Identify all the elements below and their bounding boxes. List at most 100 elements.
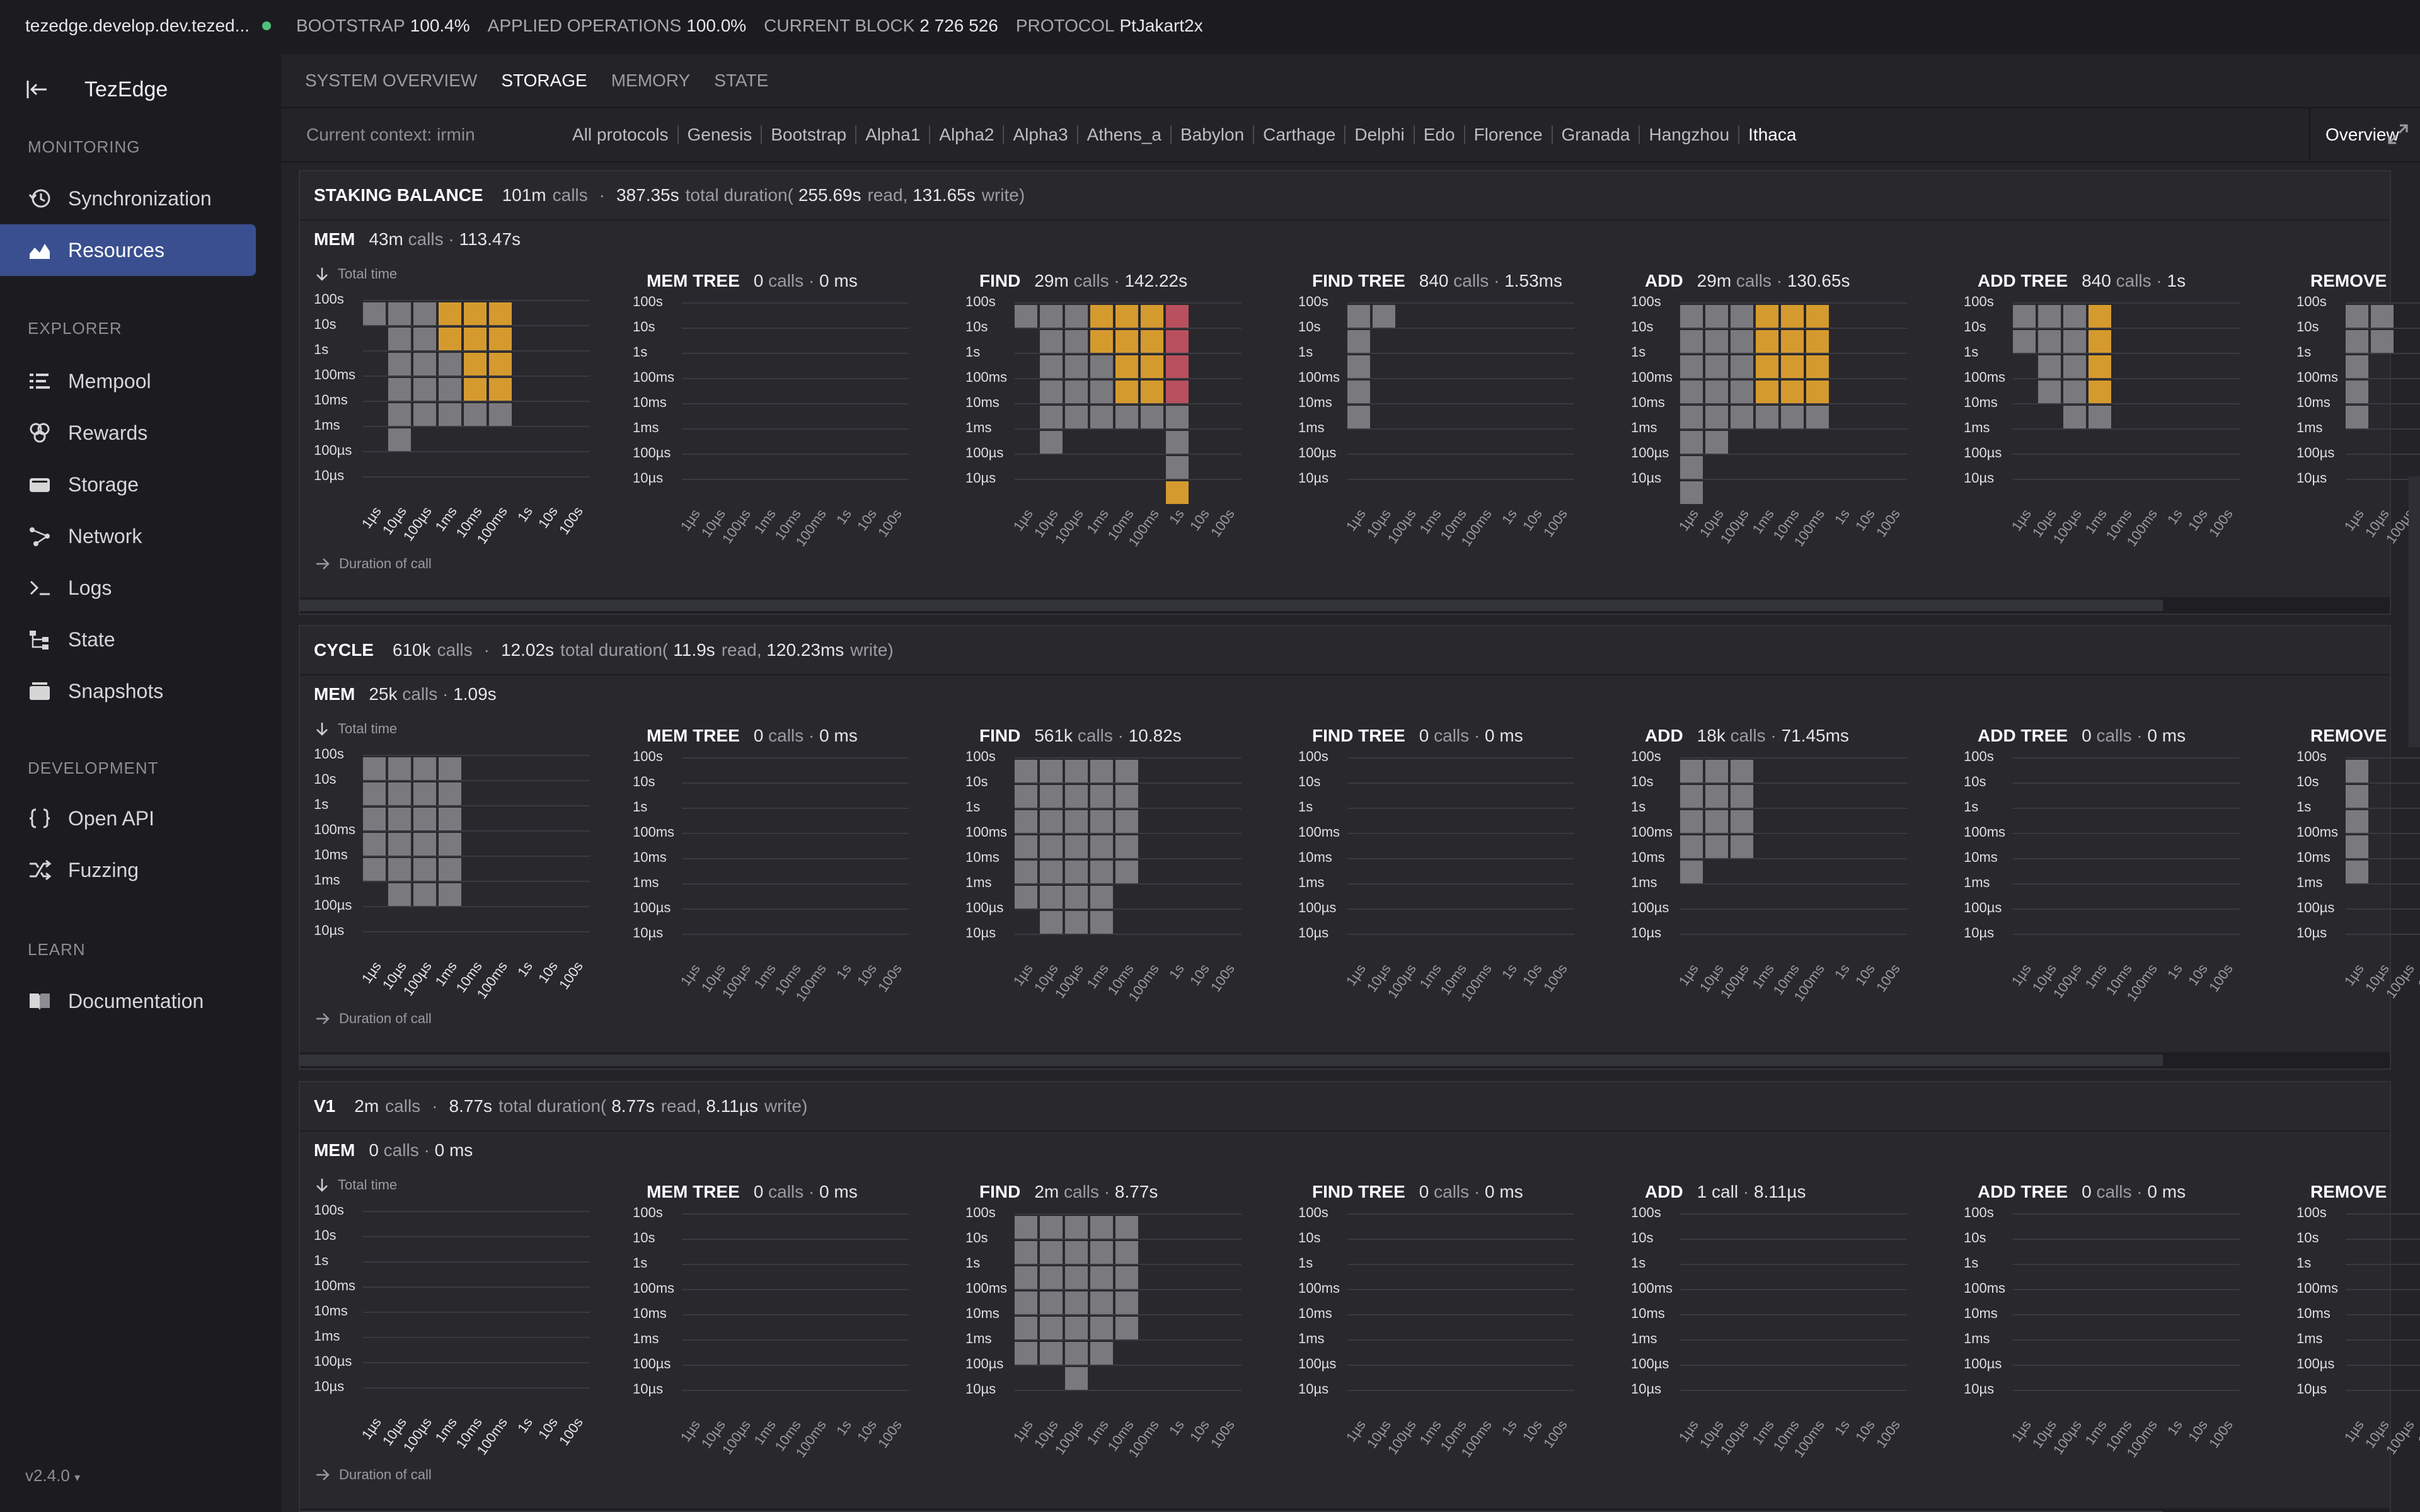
histogram-cell[interactable] [1141, 305, 1163, 328]
histogram-cell[interactable] [1680, 381, 1703, 403]
protocol-athens-a[interactable]: Athens_a [1078, 125, 1172, 144]
histogram-cell[interactable] [2346, 355, 2368, 378]
histogram-cell[interactable] [1347, 305, 1370, 328]
histogram-cell[interactable] [2371, 305, 2394, 328]
sidebar-item-documentation[interactable]: Documentation [0, 975, 256, 1027]
histogram-cell[interactable] [2089, 381, 2111, 403]
histogram-cell[interactable] [1065, 381, 1088, 403]
sidebar-item-synchronization[interactable]: Synchronization [0, 173, 256, 224]
histogram-cell[interactable] [413, 378, 436, 401]
histogram-cell[interactable] [1166, 355, 1189, 378]
histogram-cell[interactable] [2346, 835, 2368, 858]
histogram-cell[interactable] [1040, 355, 1063, 378]
histogram-cell[interactable] [1705, 381, 1728, 403]
expand-icon[interactable] [2387, 123, 2409, 149]
histogram-cell[interactable] [2089, 406, 2111, 428]
histogram-cell[interactable] [388, 808, 411, 830]
histogram-cell[interactable] [1166, 431, 1189, 454]
histogram-cell[interactable] [1680, 406, 1703, 428]
histogram-cell[interactable] [2063, 381, 2086, 403]
histogram-cell[interactable] [1680, 456, 1703, 479]
histogram-cell[interactable] [1065, 861, 1088, 883]
histogram-cell[interactable] [1756, 305, 1778, 328]
histogram-cell[interactable] [1731, 330, 1753, 353]
histogram-cell[interactable] [1115, 861, 1138, 883]
histogram-cell[interactable] [1090, 835, 1113, 858]
histogram-cell[interactable] [2038, 381, 2061, 403]
histogram-cell[interactable] [1756, 381, 1778, 403]
histogram-cell[interactable] [1040, 760, 1063, 782]
protocol-bootstrap[interactable]: Bootstrap [762, 125, 857, 144]
histogram-cell[interactable] [1090, 1216, 1113, 1239]
histogram-cell[interactable] [2038, 355, 2061, 378]
histogram-cell[interactable] [1680, 861, 1703, 883]
histogram-cell[interactable] [1115, 381, 1138, 403]
sidebar-item-storage[interactable]: Storage [0, 459, 256, 510]
histogram-cell[interactable] [1040, 330, 1063, 353]
histogram-cell[interactable] [1680, 431, 1703, 454]
histogram-cell[interactable] [1040, 1266, 1063, 1289]
histogram-cell[interactable] [388, 428, 411, 451]
histogram-cell[interactable] [2346, 861, 2368, 883]
histogram-cell[interactable] [439, 883, 461, 906]
horizontal-scrollbar[interactable] [300, 1052, 2390, 1068]
histogram-cell[interactable] [1040, 785, 1063, 808]
histogram-cell[interactable] [1731, 785, 1753, 808]
histogram-cell[interactable] [363, 757, 386, 780]
histogram-cell[interactable] [1705, 305, 1728, 328]
histogram-cell[interactable] [1705, 835, 1728, 858]
histogram-cell[interactable] [1015, 1317, 1037, 1339]
histogram-cell[interactable] [413, 328, 436, 350]
histogram-cell[interactable] [413, 353, 436, 375]
histogram-cell[interactable] [1115, 406, 1138, 428]
histogram-cell[interactable] [1090, 1317, 1113, 1339]
vertical-scrollbar[interactable] [2409, 476, 2420, 747]
histogram-cell[interactable] [1015, 835, 1037, 858]
histogram-cell[interactable] [489, 353, 512, 375]
protocol-alpha1[interactable]: Alpha1 [856, 125, 931, 144]
histogram-cell[interactable] [413, 403, 436, 426]
histogram-cell[interactable] [1680, 481, 1703, 504]
protocol-alpha2[interactable]: Alpha2 [930, 125, 1005, 144]
histogram-cell[interactable] [1090, 1292, 1113, 1314]
histogram-cell[interactable] [1015, 1266, 1037, 1289]
histogram-cell[interactable] [1065, 760, 1088, 782]
histogram-cell[interactable] [1040, 431, 1063, 454]
histogram-cell[interactable] [1115, 355, 1138, 378]
histogram-cell[interactable] [439, 833, 461, 856]
histogram-cell[interactable] [1090, 1241, 1113, 1264]
protocol-delphi[interactable]: Delphi [1345, 125, 1415, 144]
histogram-cell[interactable] [388, 782, 411, 805]
histogram-cell[interactable] [1090, 305, 1113, 328]
histogram-cell[interactable] [1065, 1342, 1088, 1365]
histogram-cell[interactable] [1065, 330, 1088, 353]
protocol-florence[interactable]: Florence [1465, 125, 1553, 144]
histogram-cell[interactable] [1040, 1241, 1063, 1264]
histogram-cell[interactable] [388, 883, 411, 906]
histogram-cell[interactable] [1015, 1241, 1037, 1264]
protocol-carthage[interactable]: Carthage [1254, 125, 1346, 144]
sidebar-item-snapshots[interactable]: Snapshots [0, 665, 256, 717]
histogram-cell[interactable] [1090, 911, 1113, 934]
histogram-cell[interactable] [439, 782, 461, 805]
sidebar-item-resources[interactable]: Resources [0, 224, 256, 276]
sidebar-item-rewards[interactable]: Rewards [0, 407, 256, 459]
histogram-cell[interactable] [1731, 381, 1753, 403]
histogram-cell[interactable] [1680, 835, 1703, 858]
histogram-cell[interactable] [489, 403, 512, 426]
histogram-cell[interactable] [1166, 330, 1189, 353]
histogram-cell[interactable] [1756, 355, 1778, 378]
version-selector[interactable]: v2.4.0 ▾ [25, 1466, 80, 1486]
histogram-cell[interactable] [439, 378, 461, 401]
scrollbar-thumb[interactable] [300, 1055, 2163, 1066]
histogram-cell[interactable] [363, 302, 386, 325]
histogram-cell[interactable] [2346, 330, 2368, 353]
histogram-cell[interactable] [1015, 785, 1037, 808]
histogram-cell[interactable] [1090, 406, 1113, 428]
histogram-cell[interactable] [464, 403, 487, 426]
histogram-cell[interactable] [1781, 381, 1804, 403]
histogram-cell[interactable] [1705, 760, 1728, 782]
histogram-cell[interactable] [439, 403, 461, 426]
histogram-cell[interactable] [1115, 810, 1138, 833]
histogram-cell[interactable] [1065, 1266, 1088, 1289]
